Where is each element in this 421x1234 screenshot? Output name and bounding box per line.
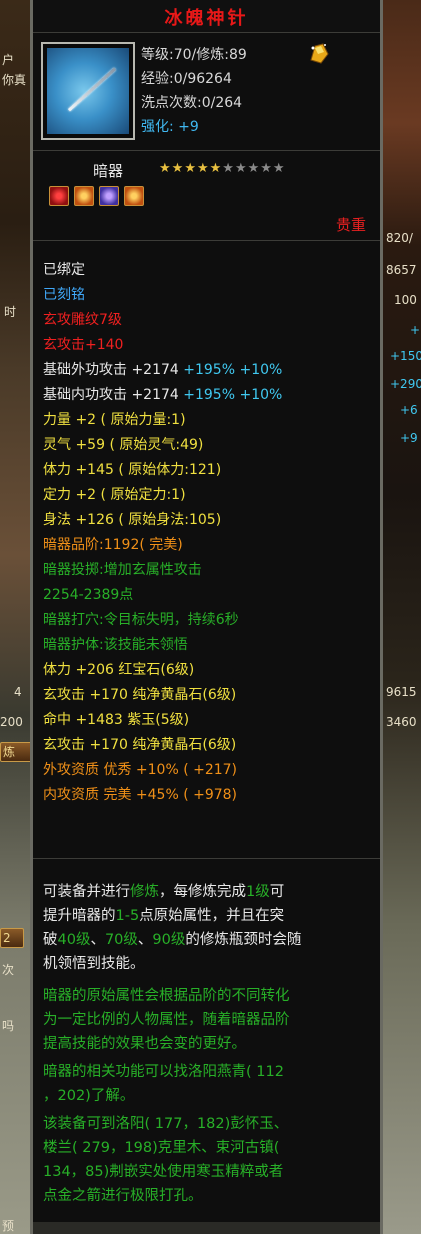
scene-text: 吗 (2, 1019, 15, 1033)
attribute-line: 暗器打穴:令目标失明，持续6秒 (43, 612, 239, 628)
attribute-line: 灵气 +59 ( 原始灵气:49) (43, 437, 204, 453)
star-filled-icon: ★ (171, 161, 185, 176)
star-rating: ★★★★★★★★★★ (159, 161, 286, 176)
attribute-line: 2254-2389点 (43, 587, 134, 603)
purple-gem-icon (99, 186, 119, 206)
tooltip-title-bar: 冰魄神针 (33, 0, 380, 33)
separator (33, 150, 380, 151)
attribute-line: 玄攻击 +170 纯净黄晶石(6级) (43, 687, 237, 703)
description-line: 点金之箭进行极限打孔。 (43, 1188, 203, 1204)
game-scene-right (380, 0, 421, 1234)
description-line: 134，85)刜嵌实处使用寒玉精粹或者 (43, 1164, 284, 1180)
attribute-line: 玄攻击 +170 纯净黄晶石(6级) (43, 737, 237, 753)
scene-text: 时 (4, 305, 17, 319)
attribute-line: 体力 +206 红宝石(6级) (43, 662, 195, 678)
star-filled-icon: ★ (209, 161, 223, 176)
tooltip-bottom-border (33, 1222, 380, 1234)
description-line: 暗器的原始属性会根据品阶的不同转化 (43, 988, 290, 1004)
description-line: 楼兰( 279，198)克里木、束河古镇( (43, 1140, 280, 1156)
description-line: ，202)了解。 (43, 1088, 135, 1104)
star-empty-icon: ★ (222, 161, 235, 176)
scene-stat: +150 (390, 349, 421, 363)
description-line: 提升暗器的1-5点原始属性，并且在突 (43, 908, 285, 924)
description-line: 可装备并进行修炼，每修炼完成1级可 (43, 884, 285, 900)
star-filled-icon: ★ (159, 161, 172, 176)
strengthen-label: 强化: (141, 119, 174, 135)
orange-gem-icon (74, 186, 94, 206)
star-empty-icon: ★ (260, 161, 273, 176)
star-empty-icon: ★ (234, 161, 248, 176)
star-empty-icon: ★ (247, 161, 261, 176)
attribute-line: 内攻资质 完美 +45% ( +978) (43, 787, 238, 803)
scene-stat: +9 (400, 431, 418, 445)
scene-text: 次 (2, 963, 15, 977)
rarity-label: 贵重 (335, 216, 366, 234)
scene-text: 200 (0, 715, 23, 729)
scene-stat: 3460 (386, 715, 417, 729)
attribute-line: 体力 +145 ( 原始体力:121) (43, 462, 222, 478)
strengthen: 强化: +9 (141, 118, 199, 136)
item-icon-frame (41, 42, 135, 140)
slot-2-button[interactable]: 2 (0, 928, 24, 948)
attribute-line: 身法 +126 ( 原始身法:105) (43, 512, 222, 528)
attribute-line: 力量 +2 ( 原始力量:1) (43, 412, 186, 428)
scene-stat: 9615 (386, 685, 417, 699)
needle-icon (47, 48, 129, 134)
attribute-line: 定力 +2 ( 原始定力:1) (43, 487, 186, 503)
attribute-line: 外攻资质 优秀 +10% ( +217) (43, 762, 238, 778)
scene-text: 预 (2, 1219, 15, 1233)
attribute-line: 暗器投掷:增加玄属性攻击 (43, 562, 202, 578)
level-cultivation: 等级:70/修炼:89 (141, 47, 247, 63)
red-gem-icon (49, 186, 69, 206)
scene-stat: 100 (394, 293, 417, 307)
attribute-line: 暗器品阶:1192( 完美) (43, 537, 183, 553)
game-scene-left (0, 0, 34, 1234)
star-filled-icon: ★ (184, 161, 197, 176)
attribute-line: 暗器护体:该技能未领悟 (43, 637, 188, 653)
description-line: 破40级、70级、90级的修炼瓶颈时会随 (43, 932, 302, 948)
attribute-line: 玄攻击+140 (43, 337, 124, 353)
attribute-line: 基础外功攻击 +2174 +195% +10% (43, 362, 283, 378)
separator (33, 240, 380, 241)
scene-text: 户 (2, 53, 15, 67)
bound-status: 已绑定 (43, 262, 85, 278)
experience: 经验:0/96264 (141, 71, 232, 87)
scene-stat: + (410, 323, 421, 337)
star-filled-icon: ★ (196, 161, 210, 176)
cultivate-button[interactable]: 炼 (0, 742, 32, 762)
description-line: 提高技能的效果也会变的更好。 (43, 1036, 246, 1052)
gold-nugget-icon (310, 43, 329, 64)
description-line: 暗器的相关功能可以找洛阳燕青( 112 (43, 1064, 284, 1080)
attribute-line: 命中 +1483 紫玉(5级) (43, 712, 190, 728)
scene-stat: 8657 (386, 263, 417, 277)
description-line: 该装备可到洛阳( 177，182)彭怀玉、 (43, 1116, 289, 1132)
scene-stat: +6 (400, 403, 418, 417)
attribute-line: 基础内功攻击 +2174 +195% +10% (43, 387, 283, 403)
strengthen-value: +9 (178, 119, 199, 135)
item-tooltip: 冰魄神针 等级:70/修炼:89 经验:0/96264 洗点次数:0/264 强… (30, 0, 383, 1234)
wash-count: 洗点次数:0/264 (141, 95, 243, 111)
scene-text: 你真 (2, 73, 27, 87)
description-line: 机领悟到技能。 (43, 956, 145, 972)
star-empty-icon: ★ (272, 161, 286, 176)
description-line: 为一定比例的人物属性，随着暗器品阶 (43, 1012, 290, 1028)
scene-stat: 820/ (386, 231, 413, 245)
orange-gem-icon (124, 186, 144, 206)
attribute-line: 玄攻雕纹7级 (43, 312, 122, 328)
item-name: 冰魄神针 (164, 8, 249, 29)
item-type: 暗器 (93, 162, 124, 180)
engraved-status: 已刻铭 (43, 287, 85, 303)
scene-stat: +290 (390, 377, 421, 391)
separator (33, 858, 380, 859)
